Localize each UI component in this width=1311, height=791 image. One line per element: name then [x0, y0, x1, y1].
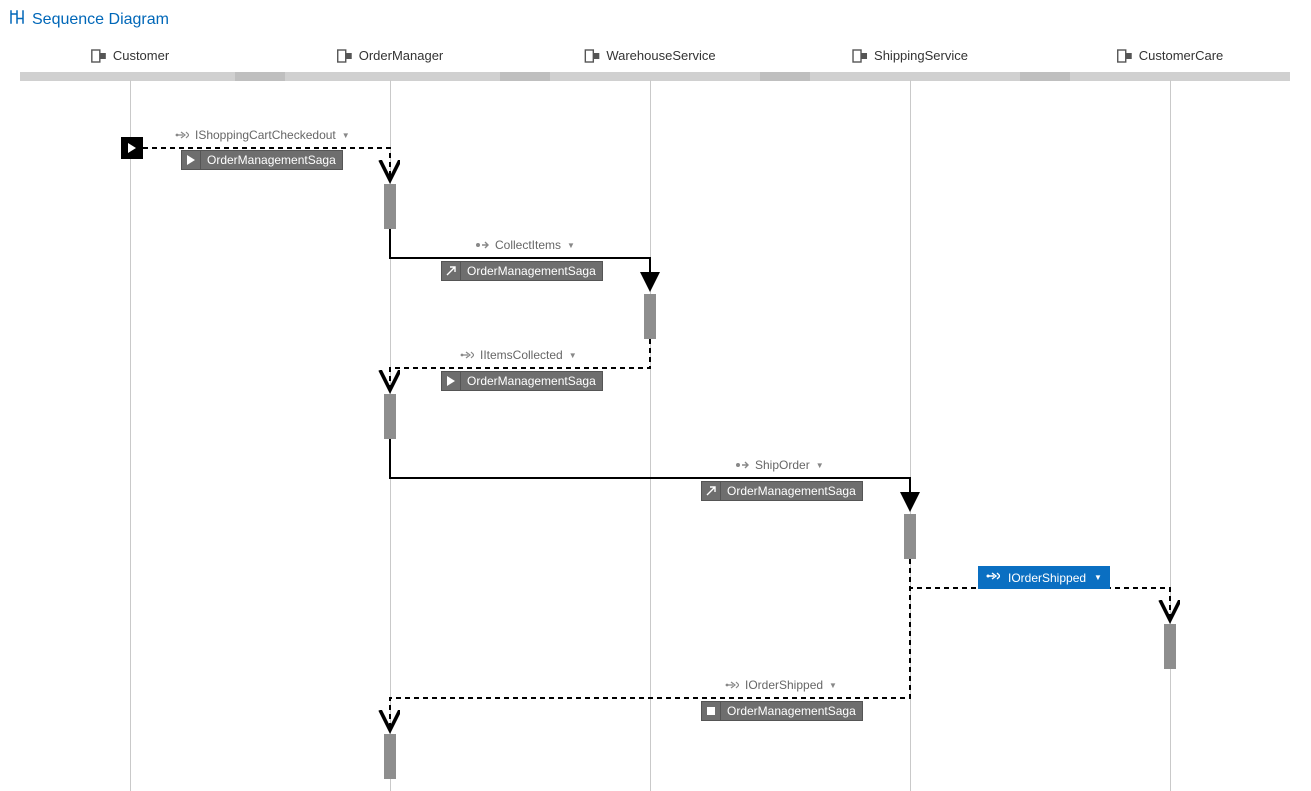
actor-header[interactable]: WarehouseService: [584, 48, 715, 63]
arrow-out-icon: [442, 262, 461, 280]
saga-tag[interactable]: OrderManagementSaga: [181, 150, 343, 170]
header-bar: [500, 72, 550, 81]
chevron-down-icon: ▼: [1094, 573, 1102, 582]
lifeline: [650, 80, 651, 791]
lifeline: [1170, 80, 1171, 791]
endpoint-icon: [337, 49, 353, 63]
message-text: ShipOrder: [755, 458, 810, 472]
actor-name: ShippingService: [874, 48, 968, 63]
message-text: IShoppingCartCheckedout: [195, 128, 336, 142]
activation-bar: [384, 394, 396, 439]
saga-text: OrderManagementSaga: [461, 373, 602, 389]
activation-bar: [384, 734, 396, 779]
chevron-down-icon: ▼: [342, 131, 350, 140]
saga-tag[interactable]: OrderManagementSaga: [701, 481, 863, 501]
chevron-down-icon: ▼: [569, 351, 577, 360]
chevron-down-icon: ▼: [829, 681, 837, 690]
activation-bar: [1164, 624, 1176, 669]
header-bar: [285, 72, 500, 81]
message-label[interactable]: IOrderShipped ▼: [725, 678, 837, 692]
arrow-out-icon: [702, 482, 721, 500]
start-marker: [121, 137, 143, 159]
endpoint-icon: [91, 49, 107, 63]
actor-header[interactable]: CustomerCare: [1117, 48, 1224, 63]
diagram-canvas: Sequence Diagram Customer OrderManager War…: [0, 0, 1311, 791]
command-icon: [475, 239, 489, 251]
actor-header[interactable]: Customer: [91, 48, 169, 63]
arrow-layer: [0, 0, 1311, 791]
saga-text: OrderManagementSaga: [721, 483, 862, 499]
actor-name: Customer: [113, 48, 169, 63]
endpoint-icon: [584, 49, 600, 63]
event-icon: [175, 129, 189, 141]
header-bar: [550, 72, 760, 81]
actor-name: OrderManager: [359, 48, 444, 63]
event-icon: [986, 570, 1000, 585]
actor-name: CustomerCare: [1139, 48, 1224, 63]
actor-header[interactable]: ShippingService: [852, 48, 968, 63]
activation-bar: [904, 514, 916, 559]
saga-text: OrderManagementSaga: [721, 703, 862, 719]
saga-tag[interactable]: OrderManagementSaga: [701, 701, 863, 721]
message-text: IOrderShipped: [745, 678, 823, 692]
saga-tag[interactable]: OrderManagementSaga: [441, 261, 603, 281]
message-text: CollectItems: [495, 238, 561, 252]
play-icon: [442, 372, 461, 390]
header-bar: [1070, 72, 1290, 81]
saga-text: OrderManagementSaga: [201, 152, 342, 168]
play-icon: [182, 151, 201, 169]
activation-bar: [384, 184, 396, 229]
message-label[interactable]: CollectItems ▼: [475, 238, 575, 252]
actor-header[interactable]: OrderManager: [337, 48, 444, 63]
header-bar: [20, 72, 235, 81]
message-text: IItemsCollected: [480, 348, 563, 362]
lifeline: [130, 80, 131, 791]
lifeline: [910, 80, 911, 791]
message-label[interactable]: ShipOrder ▼: [735, 458, 824, 472]
endpoint-icon: [1117, 49, 1133, 63]
message-text: IOrderShipped: [1008, 571, 1086, 585]
saga-text: OrderManagementSaga: [461, 263, 602, 279]
message-label[interactable]: IItemsCollected ▼: [460, 348, 577, 362]
chevron-down-icon: ▼: [567, 241, 575, 250]
event-icon: [460, 349, 474, 361]
message-label[interactable]: IShoppingCartCheckedout ▼: [175, 128, 350, 142]
sequence-diagram-icon: [8, 8, 26, 31]
header-bar: [810, 72, 1020, 81]
saga-tag[interactable]: OrderManagementSaga: [441, 371, 603, 391]
actor-name: WarehouseService: [606, 48, 715, 63]
command-icon: [735, 459, 749, 471]
header-bar: [235, 72, 285, 81]
message-pill[interactable]: IOrderShipped ▼: [978, 566, 1110, 589]
header-bar: [760, 72, 810, 81]
endpoint-icon: [852, 49, 868, 63]
activation-bar: [644, 294, 656, 339]
diagram-title: Sequence Diagram: [8, 8, 169, 31]
header-bar: [1020, 72, 1070, 81]
stop-icon: [702, 702, 721, 720]
title-text: Sequence Diagram: [32, 11, 169, 29]
event-icon: [725, 679, 739, 691]
chevron-down-icon: ▼: [816, 461, 824, 470]
